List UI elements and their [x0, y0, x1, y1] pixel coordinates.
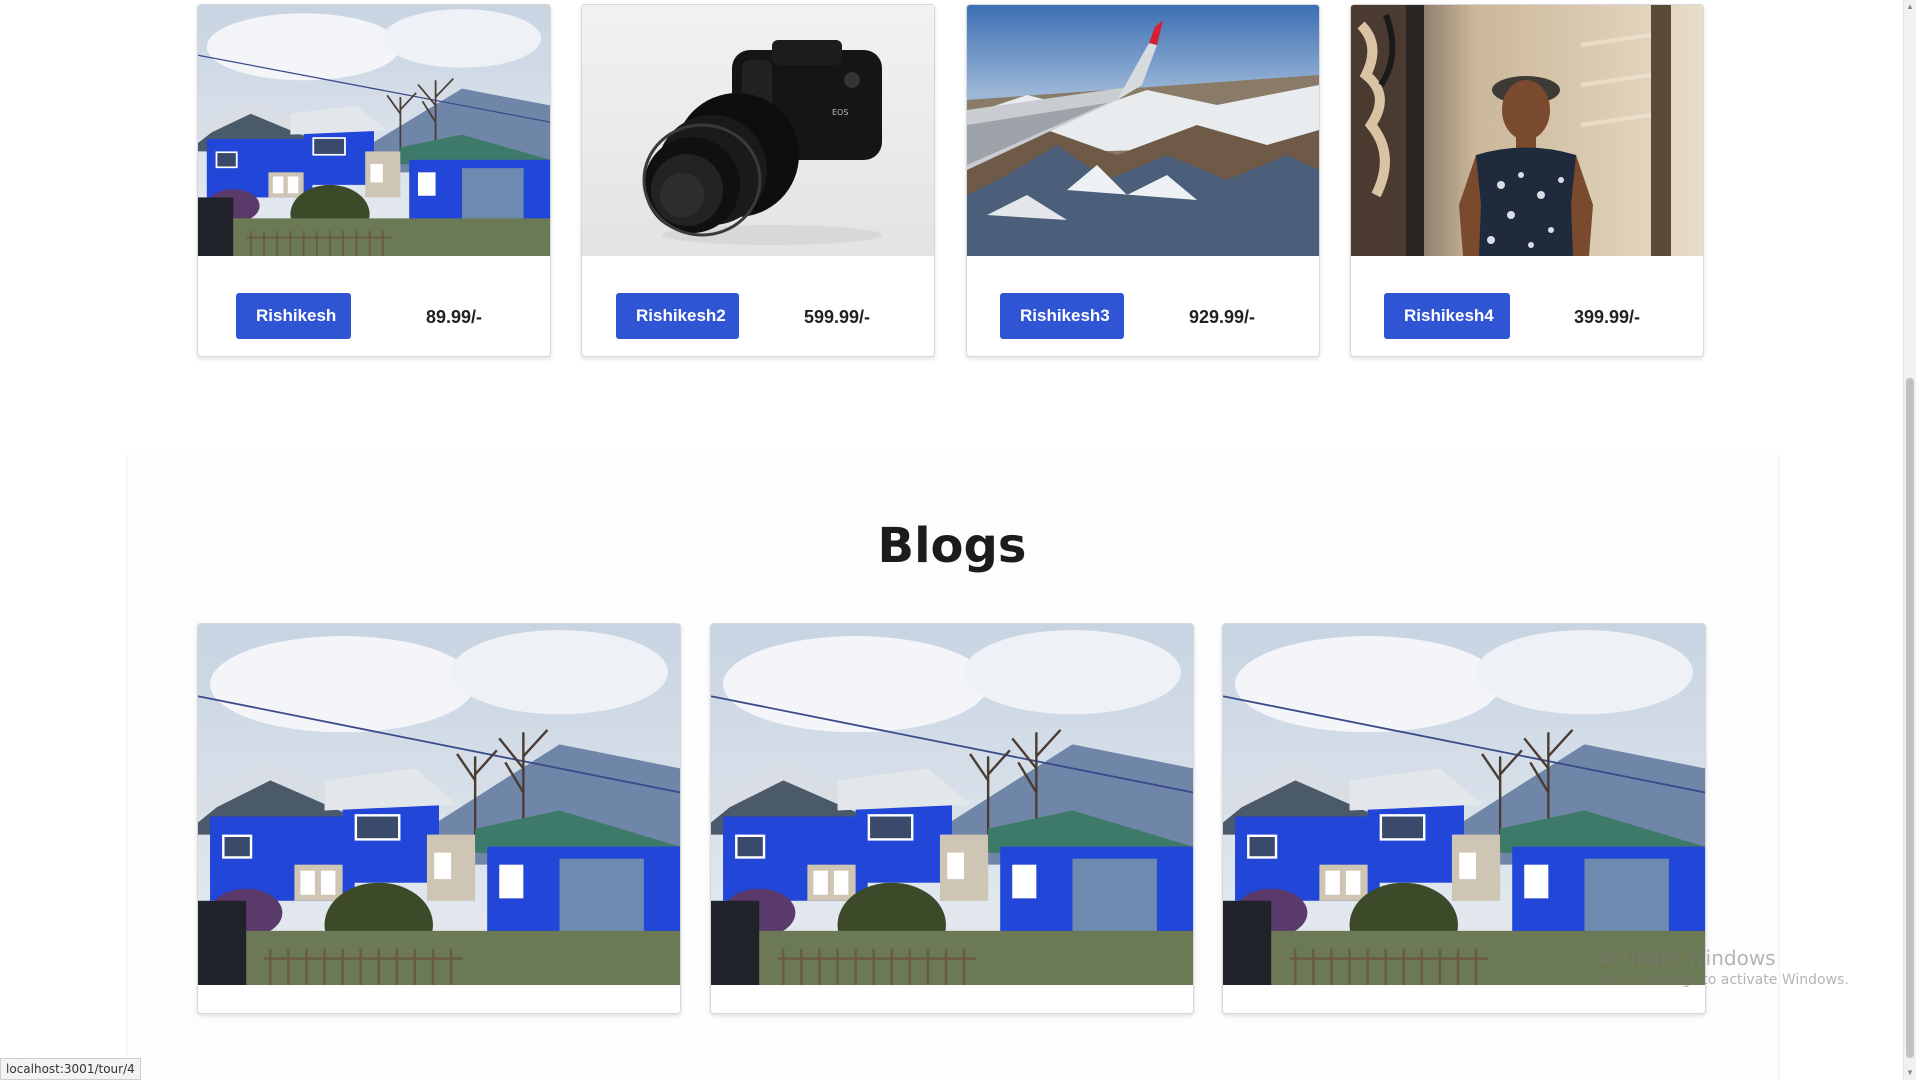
blog-image[interactable]	[1223, 624, 1705, 985]
blog-image[interactable]	[198, 624, 680, 985]
tour-image[interactable]: EOS	[582, 5, 934, 256]
blog-card[interactable]	[197, 623, 681, 1014]
tour-image[interactable]	[1351, 5, 1703, 256]
tour-card[interactable]: Rishikesh3 929.99/-	[966, 4, 1320, 357]
scroll-down-arrow-icon[interactable]: ▼	[1904, 1066, 1916, 1080]
page: Rishikesh 89.99/- EOS Rishikesh2 599.99/…	[0, 0, 1916, 1080]
tour-name-button[interactable]: Rishikesh4	[1384, 293, 1510, 339]
blog-card[interactable]	[710, 623, 1194, 1014]
watermark-subtitle: Go to Settings to activate Windows.	[1598, 972, 1849, 988]
status-bar-url: localhost:3001/tour/4	[0, 1058, 141, 1080]
tour-name-button[interactable]: Rishikesh2	[616, 293, 739, 339]
tour-image[interactable]	[198, 5, 550, 256]
tour-card[interactable]: Rishikesh4 399.99/-	[1350, 4, 1704, 357]
tour-price: 929.99/-	[1189, 307, 1256, 327]
blog-image[interactable]	[711, 624, 1193, 985]
tour-card[interactable]: Rishikesh 89.99/-	[197, 4, 551, 357]
tour-name-button[interactable]: Rishikesh3	[1000, 293, 1124, 339]
tour-card[interactable]: EOS Rishikesh2 599.99/-	[581, 4, 935, 357]
scroll-thumb[interactable]	[1906, 378, 1914, 1058]
tour-price: 89.99/-	[426, 307, 483, 327]
scroll-up-arrow-icon[interactable]: ▲	[1904, 0, 1916, 14]
vertical-scrollbar[interactable]: ▲ ▼	[1903, 0, 1916, 1080]
blogs-heading: Blogs	[877, 518, 1027, 574]
tour-image[interactable]	[967, 5, 1319, 256]
watermark-title: Activate Windows	[1598, 946, 1776, 970]
svg-text:EOS: EOS	[832, 108, 848, 117]
activate-windows-watermark: Activate Windows Go to Settings to activ…	[1598, 946, 1849, 988]
tour-price: 399.99/-	[1574, 307, 1641, 327]
tour-price: 599.99/-	[804, 307, 871, 327]
tour-name-button[interactable]: Rishikesh	[236, 293, 351, 339]
